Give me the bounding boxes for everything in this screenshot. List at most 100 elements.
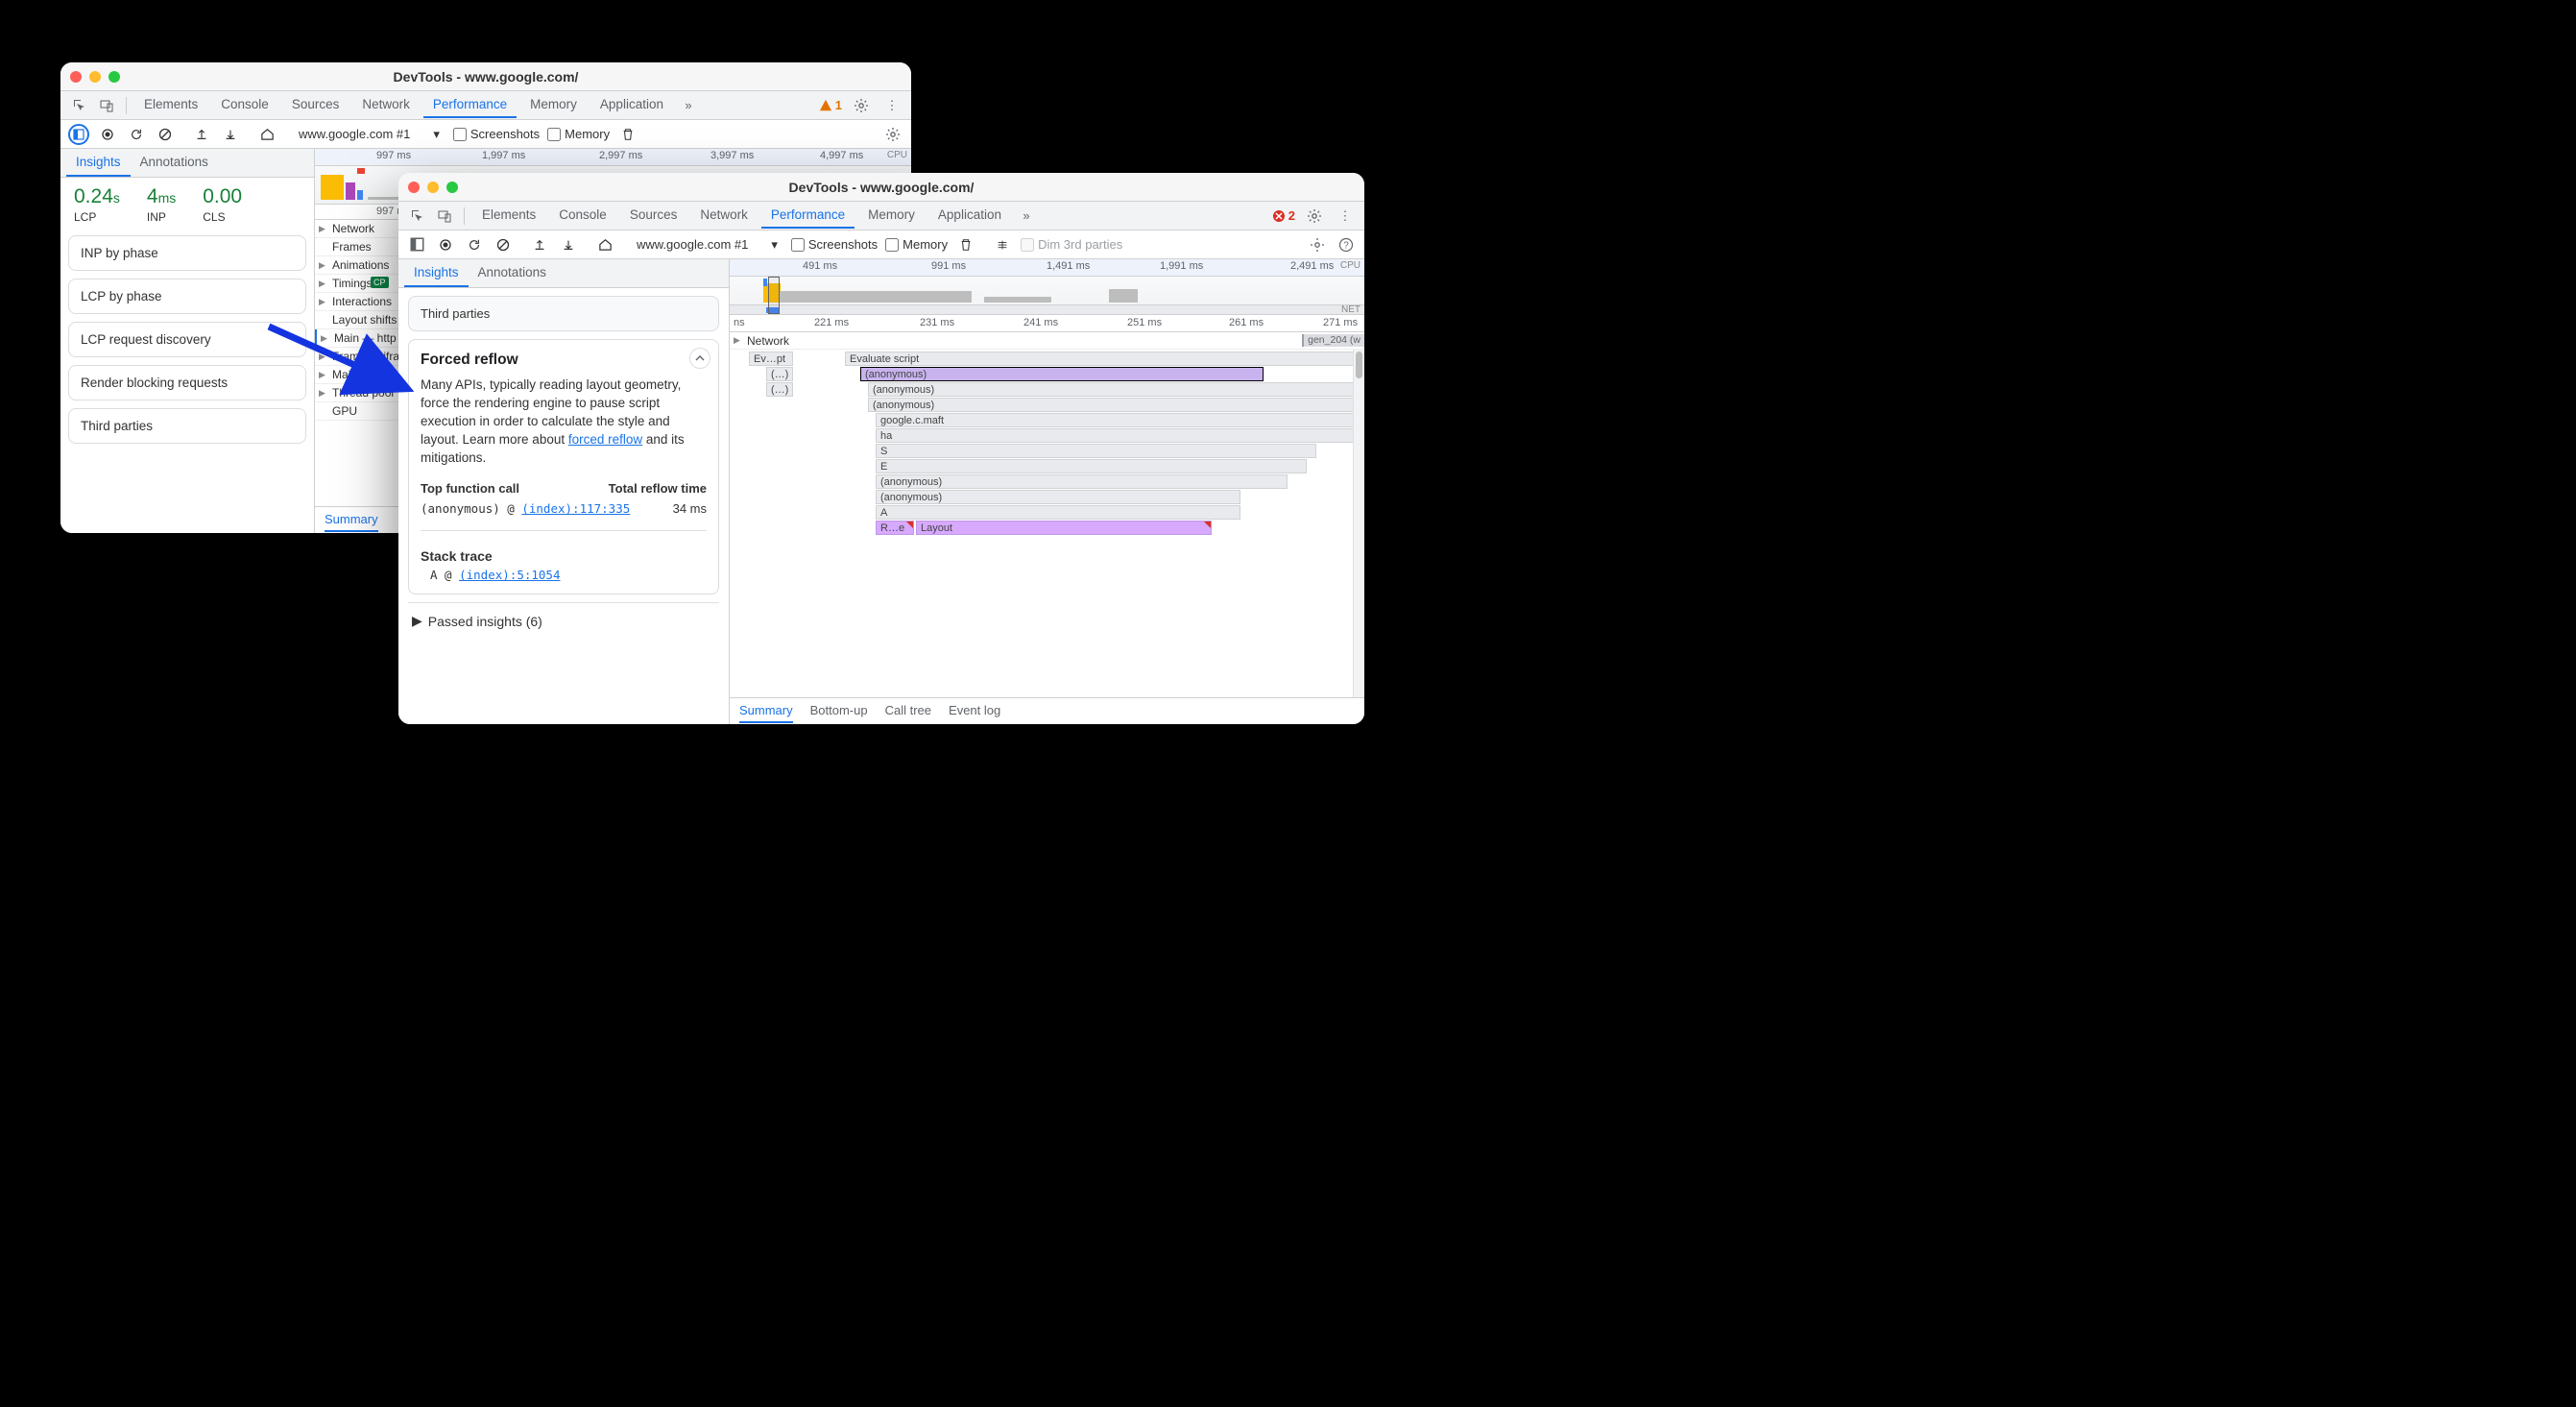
device-toggle-icon[interactable] bbox=[433, 205, 456, 228]
settings-icon[interactable] bbox=[1303, 205, 1326, 228]
sidebar-tab-insights[interactable]: Insights bbox=[66, 149, 131, 177]
reload-icon[interactable] bbox=[126, 124, 147, 145]
titlebar[interactable]: DevTools - www.google.com/ bbox=[60, 62, 911, 91]
footer-tab-event-log[interactable]: Event log bbox=[949, 699, 1000, 723]
trash-icon[interactable] bbox=[617, 124, 638, 145]
zoom-icon[interactable] bbox=[108, 71, 120, 83]
screenshots-checkbox[interactable]: Screenshots bbox=[791, 237, 878, 252]
flame-bar[interactable]: S bbox=[876, 444, 1316, 458]
collapse-icon[interactable] bbox=[689, 348, 710, 369]
settings-icon[interactable] bbox=[850, 94, 873, 117]
tab-application[interactable]: Application bbox=[590, 92, 673, 118]
flame-bar[interactable]: A bbox=[876, 505, 1240, 520]
tab-elements[interactable]: Elements bbox=[134, 92, 207, 118]
error-badge[interactable]: 2 bbox=[1272, 208, 1295, 223]
flame-bar[interactable]: (…) bbox=[766, 367, 793, 381]
toggle-sidebar-icon[interactable] bbox=[406, 234, 427, 255]
tab-network[interactable]: Network bbox=[690, 203, 758, 229]
minimize-icon[interactable] bbox=[427, 182, 439, 193]
memory-checkbox[interactable]: Memory bbox=[547, 127, 610, 141]
tab-memory[interactable]: Memory bbox=[520, 92, 587, 118]
tab-sources[interactable]: Sources bbox=[620, 203, 687, 229]
flame-bar[interactable]: ha bbox=[876, 428, 1355, 443]
memory-checkbox[interactable]: Memory bbox=[885, 237, 948, 252]
home-icon[interactable] bbox=[594, 234, 615, 255]
home-icon[interactable] bbox=[256, 124, 277, 145]
flame-bar[interactable]: (anonymous) bbox=[868, 382, 1355, 397]
footer-tab-bottom-up[interactable]: Bottom-up bbox=[810, 699, 868, 723]
flame-bar[interactable]: Evaluate script bbox=[845, 352, 1355, 366]
insight-card-inp-by-phase[interactable]: INP by phase bbox=[68, 235, 306, 271]
record-icon[interactable] bbox=[435, 234, 456, 255]
titlebar[interactable]: DevTools - www.google.com/ bbox=[398, 173, 1364, 202]
tab-performance[interactable]: Performance bbox=[761, 203, 855, 229]
clear-icon[interactable] bbox=[493, 234, 514, 255]
inspect-icon[interactable] bbox=[68, 94, 91, 117]
tab-memory[interactable]: Memory bbox=[858, 203, 925, 229]
metric-cls[interactable]: 0.00 CLS bbox=[203, 185, 242, 224]
metric-inp[interactable]: 4ms INP bbox=[147, 185, 176, 224]
network-bar[interactable]: gen_204 (w bbox=[1302, 334, 1364, 347]
insight-card-third-parties[interactable]: Third parties bbox=[68, 408, 306, 444]
close-icon[interactable] bbox=[70, 71, 82, 83]
upload-icon[interactable] bbox=[529, 234, 550, 255]
more-tabs-icon[interactable]: » bbox=[1015, 205, 1038, 228]
tab-sources[interactable]: Sources bbox=[282, 92, 349, 118]
screenshots-checkbox[interactable]: Screenshots bbox=[453, 127, 540, 141]
record-icon[interactable] bbox=[97, 124, 118, 145]
tab-network[interactable]: Network bbox=[352, 92, 420, 118]
minimap-ruler[interactable]: 997 ms 1,997 ms 2,997 ms 3,997 ms 4,997 … bbox=[315, 149, 911, 166]
flame-bar-selected[interactable]: (anonymous) bbox=[860, 367, 1264, 381]
source-link[interactable]: (index):117:335 bbox=[521, 501, 630, 516]
scrollbar[interactable] bbox=[1353, 350, 1364, 697]
inspect-icon[interactable] bbox=[406, 205, 429, 228]
flame-bar[interactable]: (anonymous) bbox=[876, 490, 1240, 504]
minimize-icon[interactable] bbox=[89, 71, 101, 83]
flame-chart[interactable]: Ev…pt (…) (…) Evaluate script (anonymous… bbox=[730, 350, 1364, 697]
cpu-minimap[interactable]: NET bbox=[730, 277, 1364, 315]
insight-card-third-parties[interactable]: Third parties bbox=[408, 296, 719, 331]
kebab-icon[interactable]: ⋮ bbox=[880, 94, 903, 117]
insight-card-lcp-discovery[interactable]: LCP request discovery bbox=[68, 322, 306, 357]
tab-console[interactable]: Console bbox=[211, 92, 278, 118]
download-icon[interactable] bbox=[220, 124, 241, 145]
tab-elements[interactable]: Elements bbox=[472, 203, 545, 229]
insight-card-lcp-by-phase[interactable]: LCP by phase bbox=[68, 279, 306, 314]
learn-more-link[interactable]: forced reflow bbox=[568, 432, 642, 447]
minimap-ruler[interactable]: 491 ms 991 ms 1,491 ms 1,991 ms 2,491 ms… bbox=[730, 259, 1364, 277]
flame-bar[interactable]: Ev…pt bbox=[749, 352, 793, 366]
tab-performance[interactable]: Performance bbox=[423, 92, 517, 118]
flame-bar[interactable]: E bbox=[876, 459, 1307, 473]
detail-ruler[interactable]: ns 221 ms 231 ms 241 ms 251 ms 261 ms 27… bbox=[730, 315, 1364, 332]
upload-icon[interactable] bbox=[191, 124, 212, 145]
sidebar-tab-annotations[interactable]: Annotations bbox=[469, 259, 556, 287]
source-link[interactable]: (index):5:1054 bbox=[459, 568, 560, 582]
toggle-sidebar-icon[interactable] bbox=[68, 124, 89, 145]
reload-icon[interactable] bbox=[464, 234, 485, 255]
track-network[interactable]: ▶Network gen_204 (w bbox=[730, 332, 1364, 350]
footer-tab-summary[interactable]: Summary bbox=[325, 508, 378, 532]
close-icon[interactable] bbox=[408, 182, 420, 193]
shortcuts-icon[interactable] bbox=[992, 234, 1013, 255]
passed-insights-toggle[interactable]: ▶ Passed insights (6) bbox=[408, 602, 719, 639]
insight-card-render-blocking[interactable]: Render blocking requests bbox=[68, 365, 306, 400]
flame-bar[interactable]: (anonymous) bbox=[876, 474, 1288, 489]
panel-settings-icon[interactable] bbox=[882, 124, 903, 145]
download-icon[interactable] bbox=[558, 234, 579, 255]
dim-3rd-parties-checkbox[interactable]: Dim 3rd parties bbox=[1021, 237, 1122, 252]
kebab-icon[interactable]: ⋮ bbox=[1334, 205, 1357, 228]
timeline-area[interactable]: 491 ms 991 ms 1,491 ms 1,991 ms 2,491 ms… bbox=[730, 259, 1364, 724]
tab-console[interactable]: Console bbox=[549, 203, 616, 229]
more-tabs-icon[interactable]: » bbox=[677, 94, 700, 117]
zoom-icon[interactable] bbox=[446, 182, 458, 193]
recording-selector[interactable]: www.google.com #1 ▾ bbox=[631, 235, 783, 255]
flame-bar-recalc[interactable]: R…e bbox=[876, 521, 914, 535]
tab-application[interactable]: Application bbox=[928, 203, 1011, 229]
recording-selector[interactable]: www.google.com #1 ▾ bbox=[293, 125, 445, 144]
clear-icon[interactable] bbox=[155, 124, 176, 145]
flame-bar[interactable]: (anonymous) bbox=[868, 398, 1355, 412]
flame-bar[interactable]: (…) bbox=[766, 382, 793, 397]
metric-lcp[interactable]: 0.24s LCP bbox=[74, 185, 120, 224]
sidebar-tab-annotations[interactable]: Annotations bbox=[131, 149, 218, 177]
sidebar-tab-insights[interactable]: Insights bbox=[404, 259, 469, 287]
